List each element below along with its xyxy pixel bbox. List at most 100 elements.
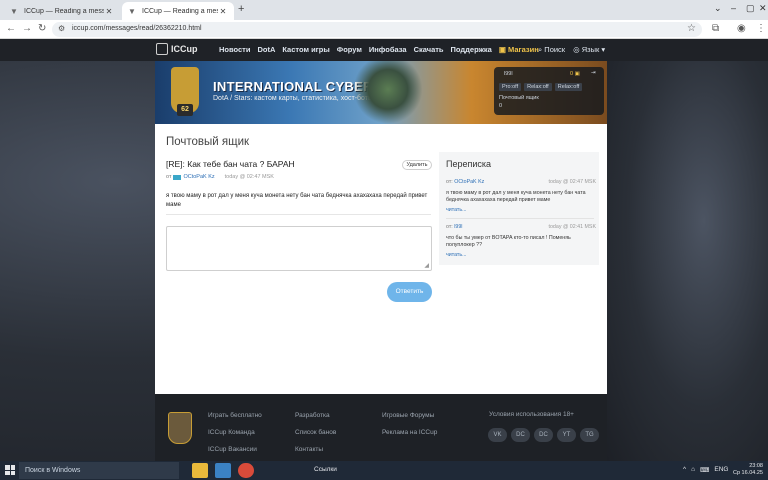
site-navbar: ICCup Новости DotA Кастом игры Форум Инф… xyxy=(0,39,768,61)
user-panel: l99l 0 ▣ ⇥ Pro:off Relax:off Relax:off П… xyxy=(494,67,604,115)
nav-item-shop[interactable]: ▣ Магазин xyxy=(499,45,539,54)
address-bar: ← → ↻ ⚙ iccup.com/messages/read/26362210… xyxy=(0,20,768,39)
discord-icon[interactable]: DC xyxy=(511,428,530,442)
close-tab-icon[interactable]: ✕ xyxy=(218,7,228,16)
reply-textarea[interactable]: ◢ xyxy=(166,226,432,271)
nav-item-download[interactable]: Скачать xyxy=(414,45,444,54)
mail-label[interactable]: Почтовый ящик xyxy=(499,95,539,101)
reply-button[interactable]: Ответить xyxy=(387,282,432,302)
logo-text: ICCup xyxy=(171,44,198,54)
item-text: я твою маму в рот дал у меня куча монета… xyxy=(446,190,586,203)
discord-icon[interactable]: DC xyxy=(534,428,553,442)
divider xyxy=(166,214,431,215)
browser-tab-active[interactable]: ▼ ICCup — Reading a message f... ✕ xyxy=(122,2,234,20)
mail-count: 0 xyxy=(499,103,503,109)
system-tray: ^ ⌂ ⌨ ENG xyxy=(683,466,728,474)
reload-icon[interactable]: ↻ xyxy=(38,23,46,34)
page-background-right xyxy=(607,61,768,461)
telegram-icon[interactable]: TG xyxy=(580,428,599,442)
close-window-icon[interactable]: ✕ xyxy=(759,3,767,14)
new-tab-icon[interactable]: + xyxy=(238,3,244,15)
vk-icon[interactable]: VK xyxy=(488,428,507,442)
menu-icon[interactable]: ⋮ xyxy=(756,23,766,34)
footer-link[interactable]: Список банов xyxy=(295,424,336,441)
nav-item-infobase[interactable]: Инфобаза xyxy=(369,45,407,54)
start-icon[interactable] xyxy=(5,465,15,475)
chevron-down-icon: ▾ xyxy=(601,45,606,54)
footer-link[interactable]: ICCup Команда xyxy=(208,424,262,441)
clock[interactable]: 23:08 Ср 16.04.25 xyxy=(733,463,763,477)
conversation-item: от: OCtoPaK Kz today @ 02:47 MSK я твою … xyxy=(446,179,596,213)
keyboard-icon[interactable]: ⌨ xyxy=(700,466,709,474)
clock-date: Ср 16.04.25 xyxy=(733,470,763,476)
search-icon: ⌕ xyxy=(538,45,543,54)
read-more-link[interactable]: читать... xyxy=(446,207,596,213)
footer-link[interactable]: Контакты xyxy=(295,441,336,458)
footer-col-3: Игровые Форумы Реклама на ICCup xyxy=(382,407,437,441)
read-more-link[interactable]: читать... xyxy=(446,252,596,258)
minimize-icon[interactable]: – xyxy=(731,3,736,13)
browser-tab[interactable]: ▼ ICCup — Reading a message f... ✕ xyxy=(4,2,120,20)
search-button[interactable]: ⌕ Поиск xyxy=(538,45,565,55)
network-icon[interactable]: ⌂ xyxy=(691,466,695,474)
site-logo[interactable]: ICCup xyxy=(156,43,198,55)
divider xyxy=(446,218,594,219)
chevron-down-icon[interactable]: ⌄ xyxy=(714,3,722,14)
footer-link[interactable]: Игровые Форумы xyxy=(382,407,437,424)
tab-title: ICCup — Reading a message f... xyxy=(142,7,218,15)
pro-toggle[interactable]: Pro:off xyxy=(499,83,522,91)
back-icon[interactable]: ← xyxy=(6,23,16,34)
nav-item-custom-games[interactable]: Кастом игры xyxy=(282,45,329,54)
conversation-item: от: l99l today @ 02:41 MSK что бы ты уме… xyxy=(446,224,596,258)
extensions-icon[interactable]: ⧉ xyxy=(712,23,719,34)
language-button[interactable]: ◎ Язык ▾ xyxy=(573,45,605,55)
search-label: Поиск xyxy=(544,45,566,54)
chrome-icon[interactable] xyxy=(238,463,254,478)
message-meta: от OCtoPaK Kz today @ 02:47 MSK xyxy=(166,174,274,180)
file-explorer-icon[interactable] xyxy=(192,463,208,478)
maximize-icon[interactable]: ▢ xyxy=(746,3,755,14)
forward-icon[interactable]: → xyxy=(22,23,32,34)
bookmark-star-icon[interactable]: ☆ xyxy=(687,23,696,34)
author-link[interactable]: OCtoPaK Kz xyxy=(183,174,214,180)
taskbar-search-input[interactable]: Поиск в Windows xyxy=(19,462,179,479)
url-input[interactable]: ⚙ iccup.com/messages/read/26362210.html … xyxy=(52,22,702,37)
taskbar-app-label[interactable]: Ссылки xyxy=(314,466,337,473)
site-info-icon[interactable]: ⚙ xyxy=(58,24,65,33)
language-label: Язык xyxy=(581,45,600,54)
relax-toggle[interactable]: Relax:off xyxy=(524,83,552,91)
profile-icon[interactable]: ◉ xyxy=(737,23,746,34)
user-toggles: Pro:off Relax:off Relax:off xyxy=(499,83,583,91)
nav-item-news[interactable]: Новости xyxy=(219,45,250,54)
main-nav: Новости DotA Кастом игры Форум Инфобаза … xyxy=(219,45,539,54)
site-favicon-icon: ▼ xyxy=(128,6,136,16)
resize-handle-icon[interactable]: ◢ xyxy=(424,262,429,269)
footer-link[interactable]: Разработка xyxy=(295,407,336,424)
relax-toggle-2[interactable]: Relax:off xyxy=(554,83,583,91)
terms-link[interactable]: Условия использования 18+ xyxy=(489,411,574,418)
url-text: iccup.com/messages/read/26362210.html xyxy=(72,25,202,32)
sender-link[interactable]: l99l xyxy=(454,224,462,230)
sender-link[interactable]: OCtoPaK Kz xyxy=(454,179,484,185)
logout-icon[interactable]: ⇥ xyxy=(591,70,596,76)
page-title: Почтовый ящик xyxy=(166,136,250,148)
globe-icon: ◎ xyxy=(573,45,580,54)
delete-button[interactable]: Удалить xyxy=(402,160,432,170)
nav-item-forum[interactable]: Форум xyxy=(337,45,362,54)
nav-item-support[interactable]: Поддержка xyxy=(451,45,492,54)
browser-tab-bar: ▼ ICCup — Reading a message f... ✕ ▼ ICC… xyxy=(0,0,768,20)
nav-item-dota[interactable]: DotA xyxy=(257,45,275,54)
footer-link[interactable]: Реклама на ICCup xyxy=(382,424,437,441)
level-badge: 62 xyxy=(177,104,193,116)
footer-link[interactable]: Играть бесплатно xyxy=(208,407,262,424)
chevron-up-icon[interactable]: ^ xyxy=(683,466,686,474)
site-footer: Играть бесплатно ICCup Команда ICCup Вак… xyxy=(155,394,607,461)
mailbox-card: Почтовый ящик [RE]: Как тебе бан чата ? … xyxy=(155,124,607,394)
item-time: today @ 02:47 MSK xyxy=(548,179,596,185)
youtube-icon[interactable]: YT xyxy=(557,428,576,442)
store-icon[interactable] xyxy=(215,463,231,478)
footer-link[interactable]: ICCup Вакансии xyxy=(208,441,262,458)
close-tab-icon[interactable]: ✕ xyxy=(104,7,114,16)
username[interactable]: l99l xyxy=(504,71,513,77)
language-indicator[interactable]: ENG xyxy=(714,466,728,474)
